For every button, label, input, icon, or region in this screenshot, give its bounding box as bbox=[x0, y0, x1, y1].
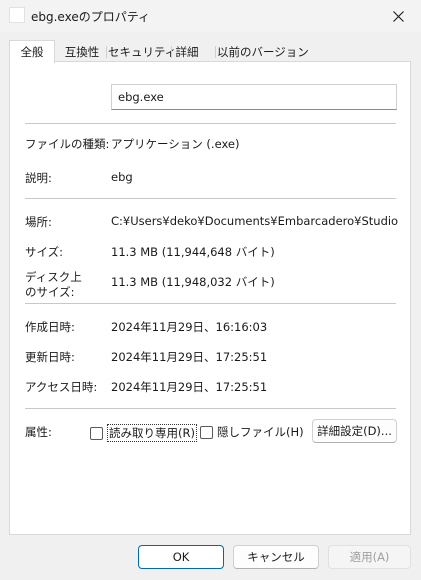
tab-compatibility[interactable]: 互換性 bbox=[59, 42, 105, 62]
created-value: 2024年11月29日、16:16:03 bbox=[111, 320, 268, 334]
accessed-label: アクセス日時: bbox=[25, 380, 98, 394]
close-icon bbox=[392, 10, 404, 22]
filename-input[interactable] bbox=[111, 84, 397, 110]
readonly-checkbox[interactable]: 読み取り専用(R) bbox=[90, 424, 197, 442]
size-on-disk-label-line1: ディスク上 bbox=[25, 270, 82, 284]
tab-security[interactable]: セキュリティ bbox=[107, 42, 176, 62]
location-label: 場所: bbox=[25, 215, 52, 229]
size-value: 11.3 MB (11,944,648 バイト) bbox=[111, 245, 275, 259]
checkbox-box[interactable] bbox=[90, 426, 103, 440]
tab-general[interactable]: 全般 bbox=[9, 40, 55, 63]
ok-button[interactable]: OK bbox=[138, 545, 224, 569]
hidden-checkbox[interactable]: 隠しファイル(H) bbox=[200, 424, 304, 440]
file-icon bbox=[9, 7, 25, 23]
description-value: ebg bbox=[111, 170, 133, 184]
divider bbox=[25, 198, 396, 199]
size-label: サイズ: bbox=[25, 245, 64, 259]
divider bbox=[25, 303, 396, 304]
modified-value: 2024年11月29日、17:25:51 bbox=[111, 350, 268, 364]
window-title: ebg.exeのプロパティ bbox=[31, 10, 150, 24]
file-type-value: アプリケーション (.exe) bbox=[111, 137, 240, 151]
cancel-button[interactable]: キャンセル bbox=[233, 545, 319, 569]
location-value[interactable]: C:¥Users¥deko¥Documents¥Embarcadero¥Stud… bbox=[111, 214, 398, 228]
file-type-label: ファイルの種類: bbox=[25, 137, 110, 151]
tab-previous-versions[interactable]: 以前のバージョン bbox=[216, 42, 309, 62]
size-on-disk-value: 11.3 MB (11,948,032 バイト) bbox=[111, 275, 275, 289]
divider bbox=[25, 123, 396, 124]
accessed-value: 2024年11月29日、17:25:51 bbox=[111, 380, 268, 394]
title-bar: ebg.exeのプロパティ bbox=[0, 0, 421, 32]
created-label: 作成日時: bbox=[25, 320, 75, 334]
divider bbox=[25, 408, 396, 409]
modified-label: 更新日時: bbox=[25, 350, 75, 364]
size-on-disk-label-line2: のサイズ: bbox=[25, 285, 75, 299]
attributes-label: 属性: bbox=[25, 425, 52, 439]
apply-button[interactable]: 適用(A) bbox=[328, 545, 411, 569]
close-button[interactable] bbox=[375, 0, 421, 32]
tab-strip: 全般 互換性 セキュリティ 詳細 以前のバージョン bbox=[9, 40, 309, 63]
checkbox-box[interactable] bbox=[200, 425, 213, 439]
general-panel: ファイルの種類: アプリケーション (.exe) 説明: ebg 場所: C:¥… bbox=[9, 61, 411, 535]
hidden-label: 隠しファイル(H) bbox=[217, 425, 304, 439]
app-icon bbox=[25, 78, 57, 110]
tab-details[interactable]: 詳細 bbox=[172, 42, 202, 62]
advanced-button[interactable]: 詳細設定(D)... bbox=[312, 419, 397, 443]
readonly-label: 読み取り専用(R) bbox=[107, 424, 197, 442]
description-label: 説明: bbox=[25, 171, 52, 185]
